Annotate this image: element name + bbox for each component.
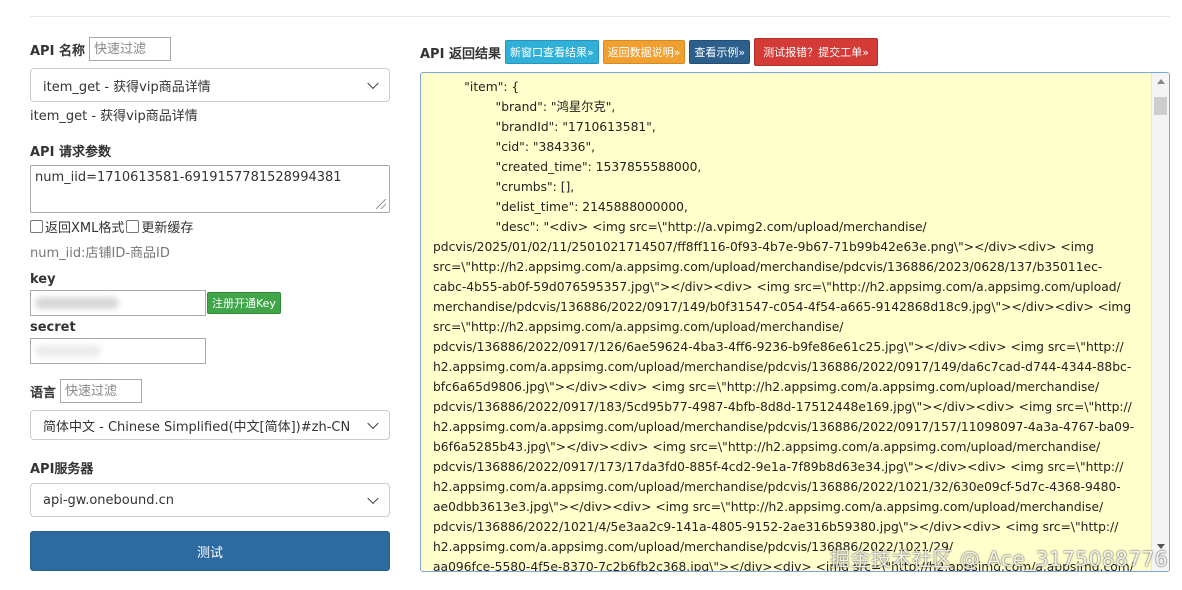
result-header: API 返回结果 新窗口查看结果» 返回数据说明» 查看示例» 测试报错？提交工… [420,38,882,66]
secret-label: secret [30,320,76,335]
language-filter-input[interactable] [60,379,143,403]
language-label: 语言 [30,385,57,401]
scroll-down-icon[interactable] [1157,544,1165,549]
server-label: API服务器 [30,462,94,477]
result-scrollbar[interactable] [1151,73,1169,571]
redacted-secret [35,345,101,357]
key-label: key [30,272,56,287]
scroll-up-icon[interactable] [1157,79,1165,84]
options-row: 返回XML格式 更新缓存 [30,217,390,236]
language-select[interactable]: 简体中文 - Chinese Simplified(中文[简体])#zh-CN [30,410,390,440]
chevron-down-icon [367,77,379,90]
top-divider [30,16,1170,17]
params-textarea[interactable]: num_iid=1710613581-6919157781528994381 [30,165,390,213]
chevron-down-icon [367,492,379,505]
params-hint: num_iid:店铺ID-商品ID [30,246,170,261]
language-select-value: 简体中文 - Chinese Simplified(中文[简体])#zh-CN [43,419,351,435]
new-window-button[interactable]: 新窗口查看结果» [504,40,599,64]
key-input[interactable] [30,290,206,316]
chevron-down-icon [367,417,379,430]
result-label: API 返回结果 [420,46,501,62]
api-selected-text: item_get - 获得vip商品详情 [30,109,198,124]
api-select[interactable]: item_get - 获得vip商品详情 [30,68,390,102]
register-key-button[interactable]: 注册开通Key [207,292,281,314]
params-label: API 请求参数 [30,145,111,160]
api-name-label: API 名称 [30,43,85,59]
xml-checkbox[interactable] [30,219,43,233]
report-issue-button[interactable]: 测试报错？提交工单» [754,38,878,66]
api-select-value: item_get - 获得vip商品详情 [43,79,211,95]
language-row: 语言 [30,378,390,404]
resize-grip-icon[interactable] [376,199,386,209]
return-doc-button[interactable]: 返回数据说明» [602,40,686,64]
api-name-row: API 名称 [30,36,390,62]
api-test-page: API 名称 item_get - 获得vip商品详情 item_get - 获… [0,0,1182,590]
params-value: num_iid=1710613581-6919157781528994381 [35,170,342,185]
secret-input[interactable] [30,338,206,364]
redacted-key [35,297,119,309]
cache-checkbox[interactable] [126,219,140,233]
server-select[interactable]: api-gw.onebound.cn [30,483,390,517]
scroll-thumb[interactable] [1154,97,1167,115]
server-select-value: api-gw.onebound.cn [43,492,174,508]
cache-checkbox-label: 更新缓存 [141,220,194,236]
result-textarea[interactable]: "item": { "brand": "鸿星尔克", "brandId": "1… [420,72,1170,572]
xml-checkbox-label: 返回XML格式 [45,220,125,236]
example-button[interactable]: 查看示例» [689,40,751,64]
request-form: API 名称 item_get - 获得vip商品详情 item_get - 获… [30,36,390,571]
key-row: 注册开通Key [30,290,390,316]
result-json: "item": { "brand": "鸿星尔克", "brandId": "1… [433,80,1135,572]
test-button[interactable]: 测试 [30,531,390,571]
api-filter-input[interactable] [88,37,171,61]
